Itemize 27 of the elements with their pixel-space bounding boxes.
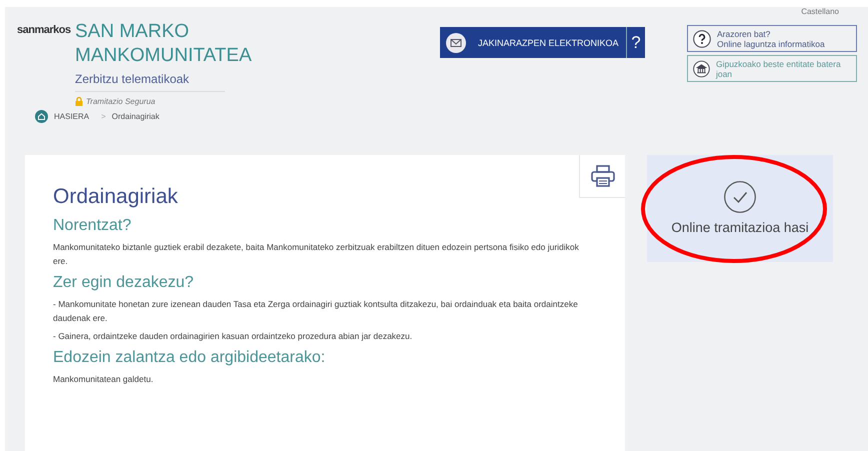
help-button[interactable]: ? <box>626 27 645 58</box>
home-icon[interactable] <box>35 110 48 123</box>
question-icon <box>693 30 711 48</box>
breadcrumb-separator: > <box>101 112 106 121</box>
breadcrumb-link[interactable]: HASIERA <box>54 112 90 121</box>
print-button[interactable] <box>579 155 625 198</box>
section-heading: Edozein zalantza edo argibideetarako: <box>53 349 326 367</box>
paragraph: Mankomunitateko biztanle guztiek erabil dezakete, baita Mankomunitateko zerbitzuak erabiltzen dituen edozein pertsona fisiko edo juridikok ere. <box>53 241 580 268</box>
language-link[interactable]: Castellano <box>801 7 839 16</box>
breadcrumb-current: Ordainagiriak <box>112 112 160 121</box>
printer-icon <box>590 165 614 187</box>
lock-icon <box>75 97 83 106</box>
logo: sanmarkos <box>17 23 70 38</box>
checkmark-icon <box>724 181 756 213</box>
notification-button[interactable]: JAKINARAZPEN ELEKTRONIKOA <box>440 27 626 58</box>
secure-label: Tramitazio Segurua <box>86 97 156 106</box>
bank-icon <box>693 60 710 78</box>
page-title: Ordainagiriak <box>53 185 179 209</box>
site-title: SAN MARKO MANKOMUNITATEA <box>75 20 253 68</box>
paragraph: - Mankomunitate honetan zure izenean dauden Tasa eta Zerga ordainagiri guztiak kontsulta ditzakezu, bai ordainduak eta baita ordaintzeke daudenak ere. <box>53 298 579 325</box>
paragraph: - Gainera, ordaintzeke dauden ordainagirien kasuan ordaintzeko prozedura abian jar dezakezu. <box>53 330 414 343</box>
section-heading: Zer egin dezakezu? <box>53 274 195 292</box>
site-subtitle: Zerbitzu telematikoak <box>75 72 225 92</box>
paragraph: Mankomunitatean galdetu. <box>53 373 154 386</box>
envelope-icon <box>446 32 466 52</box>
help-link[interactable]: Arazoren bat? Online laguntza informatikoa <box>687 25 857 52</box>
section-heading: Norentzat? <box>53 217 132 235</box>
